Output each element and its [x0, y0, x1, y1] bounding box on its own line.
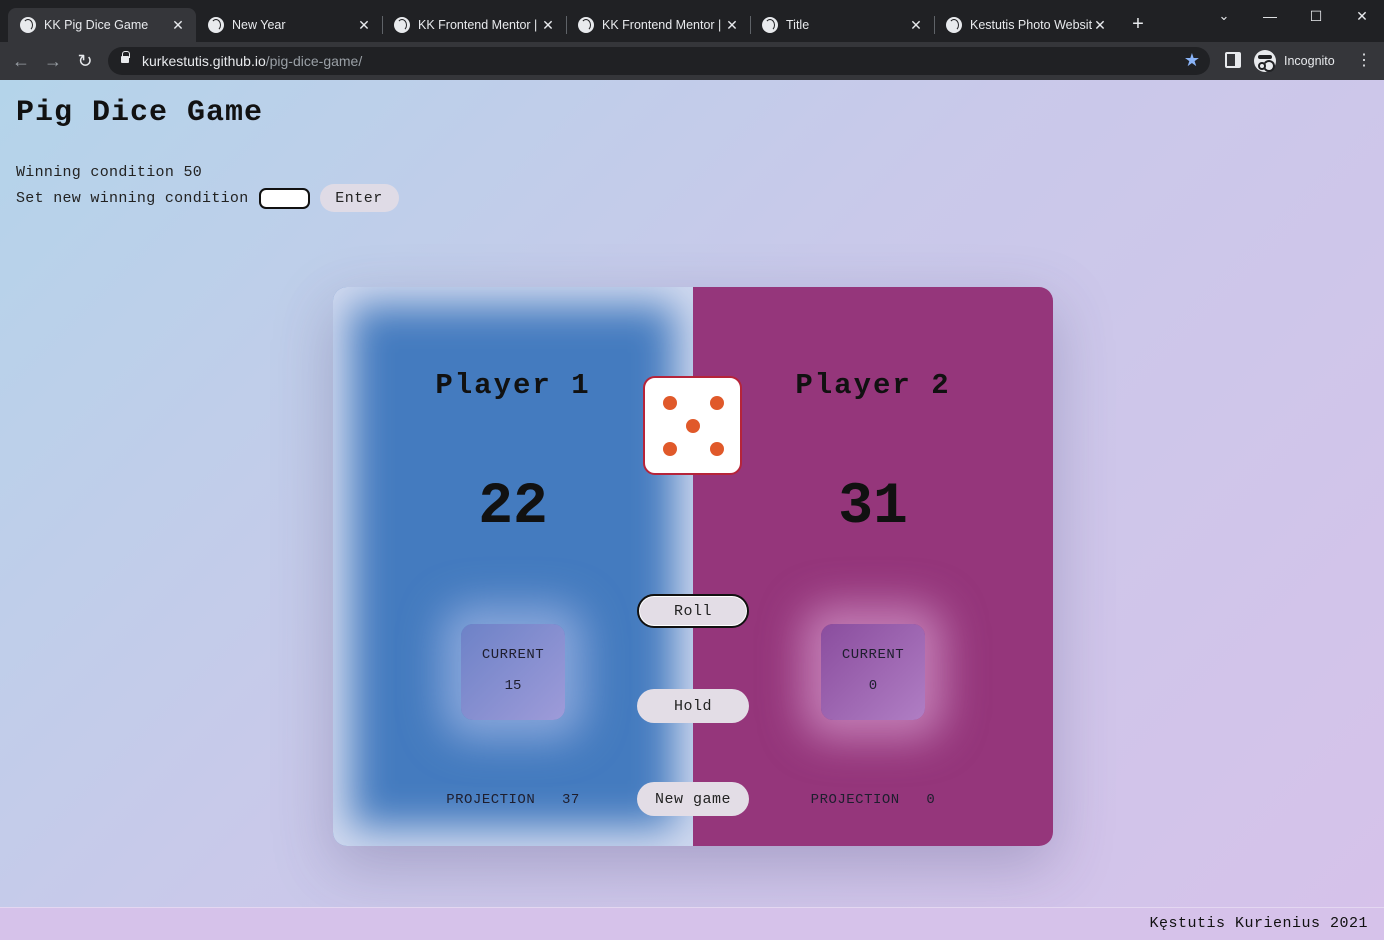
- incognito-label: Incognito: [1284, 54, 1335, 68]
- globe-icon: [762, 17, 778, 33]
- lock-icon[interactable]: [121, 51, 130, 65]
- dice-pip: [710, 442, 724, 456]
- footer-credit: Kęstutis Kurienius 2021: [1149, 915, 1368, 932]
- address-bar[interactable]: kurkestutis.github.io/pig-dice-game/ ★: [108, 47, 1210, 75]
- tab-new-year[interactable]: New Year ✕: [196, 8, 382, 42]
- projection-label: PROJECTION: [446, 792, 536, 808]
- projection-value: 0: [926, 792, 936, 808]
- player-name: Player 1: [435, 369, 591, 402]
- player-score: 22: [478, 475, 548, 540]
- player-score: 31: [838, 475, 908, 540]
- dice-image: [643, 376, 742, 475]
- game-board: Player 1 22 CURRENT 15 PROJECTION 37 Pla…: [333, 287, 1053, 846]
- set-winning-condition-row: Set new winning condition Enter: [16, 184, 399, 212]
- arrow-left-icon[interactable]: ←: [10, 50, 32, 72]
- current-label: CURRENT: [481, 647, 545, 663]
- minimize-button[interactable]: —: [1255, 6, 1285, 26]
- current-label: CURRENT: [841, 647, 905, 663]
- tab-title-page[interactable]: Title ✕: [750, 8, 934, 42]
- tab-title: KK Frontend Mentor | F: [418, 18, 540, 32]
- player-name: Player 2: [795, 369, 951, 402]
- set-condition-label: Set new winning condition: [16, 189, 249, 207]
- player-2-panel: Player 2 31 CURRENT 0 PROJECTION 0: [693, 287, 1053, 846]
- tab-pig-dice-game[interactable]: KK Pig Dice Game ✕: [8, 8, 196, 42]
- incognito-icon: [1254, 50, 1276, 72]
- dice-pip: [663, 396, 677, 410]
- tab-frontend-mentor-2[interactable]: KK Frontend Mentor | S ✕: [566, 8, 750, 42]
- player-1-panel: Player 1 22 CURRENT 15 PROJECTION 37: [333, 287, 693, 846]
- enter-button[interactable]: Enter: [319, 184, 399, 212]
- roll-button[interactable]: Roll: [637, 594, 749, 628]
- side-panel-icon[interactable]: [1225, 52, 1241, 68]
- incognito-profile-button[interactable]: Incognito: [1254, 49, 1335, 73]
- globe-icon: [208, 17, 224, 33]
- site-favicon-icon: [394, 17, 410, 33]
- tab-photo-website[interactable]: Kestutis Photo Website ✕: [934, 8, 1118, 42]
- new-tab-button[interactable]: +: [1127, 13, 1149, 35]
- globe-icon: [20, 17, 36, 33]
- winning-condition-value: 50: [183, 164, 203, 181]
- browser-toolbar: ← → ↻ kurkestutis.github.io/pig-dice-gam…: [0, 42, 1384, 80]
- dice-pip: [710, 396, 724, 410]
- hold-button[interactable]: Hold: [637, 689, 749, 723]
- projection-value: 37: [561, 792, 580, 808]
- dice-pip: [686, 419, 700, 433]
- winning-condition: Winning condition 50: [16, 164, 202, 181]
- star-icon[interactable]: ★: [1184, 50, 1200, 71]
- tab-title: KK Pig Dice Game: [44, 18, 149, 32]
- current-value: 0: [868, 678, 878, 694]
- arrow-right-icon[interactable]: →: [42, 50, 64, 72]
- page-content: Pig Dice Game Winning condition 50 Set n…: [0, 80, 1384, 940]
- tab-frontend-mentor-1[interactable]: KK Frontend Mentor | F ✕: [382, 8, 566, 42]
- close-tab-icon[interactable]: ✕: [540, 17, 556, 34]
- current-score-box: CURRENT 15: [461, 624, 565, 720]
- url-path: /pig-dice-game/: [265, 53, 363, 69]
- page-title: Pig Dice Game: [16, 96, 264, 130]
- current-value: 15: [504, 678, 522, 694]
- tab-search-chevron-icon[interactable]: ⌄: [1209, 6, 1239, 26]
- tab-title: KK Frontend Mentor | S: [602, 18, 724, 32]
- maximize-button[interactable]: ☐: [1301, 6, 1331, 26]
- close-tab-icon[interactable]: ✕: [170, 17, 186, 34]
- close-tab-icon[interactable]: ✕: [724, 17, 740, 34]
- footer: Kęstutis Kurienius 2021: [0, 907, 1384, 940]
- tab-title: Kestutis Photo Website: [970, 18, 1092, 32]
- close-tab-icon[interactable]: ✕: [356, 17, 372, 34]
- winning-condition-input[interactable]: [258, 187, 310, 209]
- winning-condition-label: Winning condition: [16, 164, 175, 181]
- site-favicon-icon: [578, 17, 594, 33]
- url-host: kurkestutis.github.io: [142, 53, 266, 69]
- close-tab-icon[interactable]: ✕: [908, 17, 924, 34]
- current-score-box: CURRENT 0: [821, 624, 925, 720]
- url-text: kurkestutis.github.io/pig-dice-game/: [142, 53, 362, 69]
- tab-title: Title: [786, 18, 810, 32]
- kebab-menu-icon[interactable]: ⋮: [1356, 50, 1372, 72]
- new-game-button[interactable]: New game: [637, 782, 749, 816]
- tab-title: New Year: [232, 18, 286, 32]
- close-tab-icon[interactable]: ✕: [1092, 17, 1108, 34]
- close-window-button[interactable]: ✕: [1347, 6, 1377, 26]
- tab-strip: KK Pig Dice Game ✕ New Year ✕ KK Fronten…: [0, 0, 1384, 42]
- reload-icon[interactable]: ↻: [74, 50, 96, 72]
- globe-icon: [946, 17, 962, 33]
- projection-label: PROJECTION: [810, 792, 900, 808]
- dice-pip: [663, 442, 677, 456]
